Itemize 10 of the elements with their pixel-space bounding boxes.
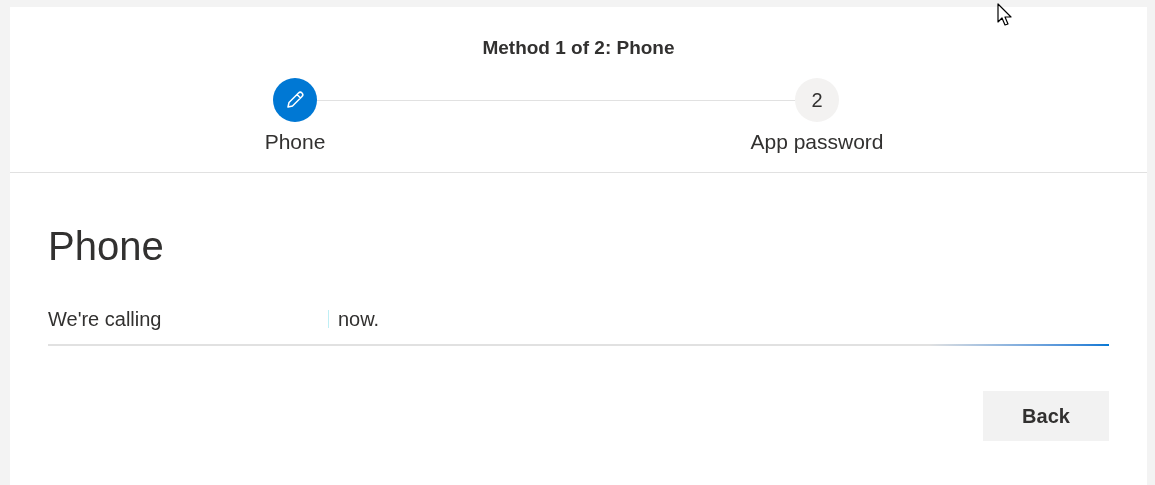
message-text: now. [338,307,380,332]
back-button[interactable]: Back [983,391,1109,441]
section-heading: Phone [48,223,165,270]
pencil-icon [285,89,305,110]
method-title: Method 1 of 2: Phone [482,36,675,60]
step-label: Phone [264,128,326,155]
step-number: 2 [811,87,823,113]
text-cursor [328,310,329,328]
message-text: We're calling [48,307,163,332]
step-label: App password [750,128,884,155]
